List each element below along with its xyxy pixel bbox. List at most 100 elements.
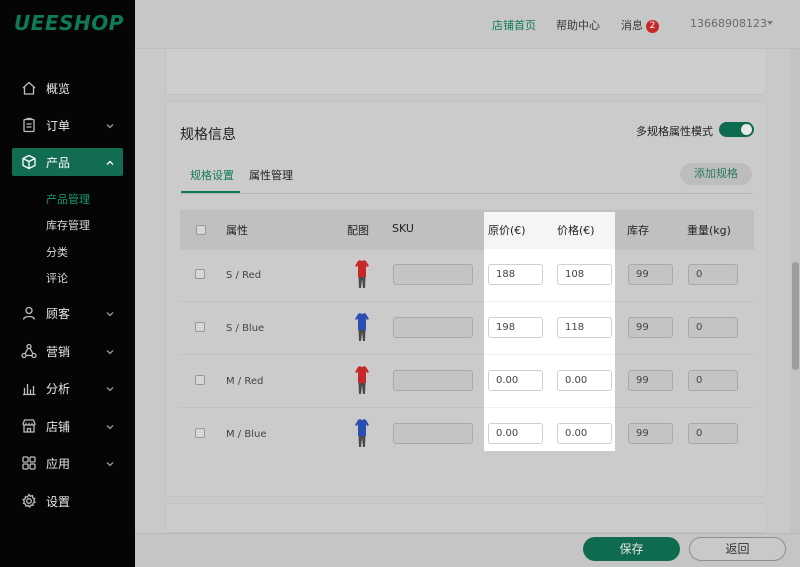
caret-down-icon[interactable]	[767, 21, 773, 25]
scrollbar-thumb[interactable]	[792, 262, 799, 370]
top-bar: 店铺首页 帮助中心 消息 2 13668908123	[135, 0, 800, 49]
price-header: 原价(€) 价格(€)	[484, 212, 615, 249]
row-divider	[484, 301, 615, 302]
row-checkbox[interactable]	[195, 322, 205, 332]
help-center-link[interactable]: 帮助中心	[556, 17, 600, 33]
weight-input[interactable]: 0	[688, 423, 738, 444]
share-icon	[20, 342, 38, 360]
table-header: 属性 配图 SKU 库存 重量(kg)	[180, 210, 754, 250]
sidebar-item-label: 产品	[46, 155, 71, 170]
column-header-sku: SKU	[392, 222, 414, 235]
user-icon	[20, 304, 38, 322]
next-card	[165, 503, 767, 533]
sidebar-item-label: 顾客	[46, 306, 71, 321]
gear-icon	[20, 492, 38, 510]
row-divider	[484, 354, 615, 355]
sidebar-item-marketing[interactable]: 营销	[12, 337, 123, 365]
sidebar-item-label: 分析	[46, 381, 71, 396]
original-price-input[interactable]: 188	[488, 264, 543, 285]
sku-input[interactable]	[393, 423, 473, 444]
message-count-badge: 2	[646, 20, 659, 33]
price-input[interactable]: 108	[557, 264, 612, 285]
sidebar-item-label: 应用	[46, 456, 71, 471]
chevron-down-icon	[105, 346, 115, 356]
tab-divider	[181, 193, 753, 194]
store-icon	[20, 417, 38, 435]
chevron-down-icon	[105, 421, 115, 431]
messages-label: 消息	[621, 19, 643, 32]
original-price-input[interactable]: 198	[488, 317, 543, 338]
sidebar-item-apps[interactable]: 应用	[12, 449, 123, 477]
sidebar-sub-reviews[interactable]: 评论	[46, 270, 68, 286]
sidebar-item-settings[interactable]: 设置	[12, 487, 123, 515]
select-all-checkbox[interactable]	[196, 225, 206, 235]
price-input[interactable]: 118	[557, 317, 612, 338]
home-icon	[20, 79, 38, 97]
blue-shirt-thumbnail[interactable]	[354, 312, 370, 342]
sku-input[interactable]	[393, 370, 473, 391]
sidebar-item-products[interactable]: 产品	[12, 148, 123, 176]
sidebar-item-customers[interactable]: 顾客	[12, 299, 123, 327]
column-header-attribute: 属性	[226, 224, 248, 237]
sidebar: UEESHOP 概览 订单 产品 产品管理 库存管理 分类 评论 顾客 营销 分…	[0, 0, 135, 567]
chevron-down-icon	[105, 308, 115, 318]
attribute-value: M / Red	[226, 376, 264, 387]
weight-input[interactable]: 0	[688, 264, 738, 285]
sidebar-item-store[interactable]: 店铺	[12, 412, 123, 440]
previous-card	[165, 49, 767, 95]
sidebar-sub-categories[interactable]: 分类	[46, 244, 68, 260]
sidebar-item-orders[interactable]: 订单	[12, 111, 123, 139]
cube-icon	[20, 153, 38, 171]
messages-link[interactable]: 消息 2	[621, 17, 659, 33]
row-divider	[179, 354, 753, 355]
spec-title: 规格信息	[180, 127, 236, 143]
original-price-input[interactable]: 0.00	[488, 423, 543, 444]
chevron-down-icon	[105, 458, 115, 468]
red-shirt-thumbnail[interactable]	[354, 259, 370, 289]
attribute-value: S / Blue	[226, 323, 265, 334]
chevron-up-icon	[105, 157, 115, 167]
add-spec-button[interactable]: 添加规格	[680, 163, 752, 185]
stock-input[interactable]: 99	[628, 317, 673, 338]
stock-input[interactable]: 99	[628, 264, 673, 285]
chevron-down-icon	[105, 383, 115, 393]
column-header-original-price: 原价(€)	[488, 224, 526, 237]
sidebar-item-label: 设置	[46, 494, 71, 509]
save-button[interactable]: 保存	[583, 537, 680, 561]
row-checkbox[interactable]	[195, 428, 205, 438]
row-divider	[179, 301, 753, 302]
row-checkbox[interactable]	[195, 269, 205, 279]
column-header-image: 配图	[347, 224, 369, 237]
chevron-down-icon	[105, 120, 115, 130]
blue-shirt-thumbnail[interactable]	[354, 418, 370, 448]
store-home-link[interactable]: 店铺首页	[492, 17, 536, 33]
row-checkbox[interactable]	[195, 375, 205, 385]
price-input[interactable]: 0.00	[557, 370, 612, 391]
sidebar-item-overview[interactable]: 概览	[12, 74, 123, 102]
sidebar-item-label: 营销	[46, 344, 71, 359]
tab-attribute-management[interactable]: 属性管理	[249, 167, 293, 183]
column-header-weight: 重量(kg)	[687, 224, 731, 237]
bar-chart-icon	[20, 379, 38, 397]
price-columns-highlight: 原价(€) 价格(€) 188 108 198 118 0.00 0.00 0.…	[484, 212, 615, 451]
price-input[interactable]: 0.00	[557, 423, 612, 444]
sku-input[interactable]	[393, 264, 473, 285]
column-header-stock: 库存	[627, 224, 649, 237]
sku-input[interactable]	[393, 317, 473, 338]
sidebar-sub-inventory[interactable]: 库存管理	[46, 217, 90, 233]
stock-input[interactable]: 99	[628, 370, 673, 391]
weight-input[interactable]: 0	[688, 317, 738, 338]
multi-spec-mode-toggle[interactable]	[719, 122, 754, 137]
sidebar-sub-product-management[interactable]: 产品管理	[46, 191, 90, 207]
user-account[interactable]: 13668908123	[690, 17, 767, 30]
app-logo[interactable]: UEESHOP	[14, 11, 124, 35]
multi-spec-mode-label: 多规格属性模式	[636, 125, 713, 138]
red-shirt-thumbnail[interactable]	[354, 365, 370, 395]
weight-input[interactable]: 0	[688, 370, 738, 391]
stock-input[interactable]: 99	[628, 423, 673, 444]
original-price-input[interactable]: 0.00	[488, 370, 543, 391]
toggle-knob	[741, 124, 752, 135]
tab-spec-settings[interactable]: 规格设置	[190, 167, 234, 183]
sidebar-item-analytics[interactable]: 分析	[12, 374, 123, 402]
back-button[interactable]: 返回	[689, 537, 786, 561]
